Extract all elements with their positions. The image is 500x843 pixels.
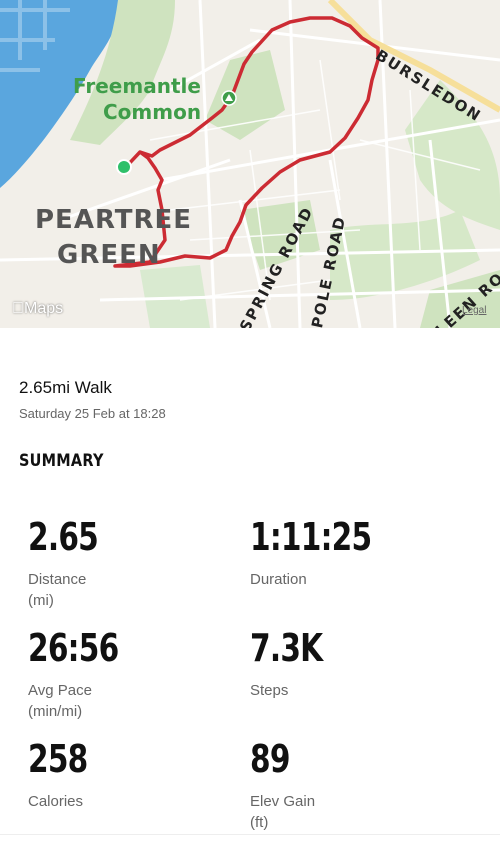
map-canvas: [0, 0, 500, 328]
summary-heading: SUMMARY: [19, 451, 104, 471]
stat-label: Distance (mi): [28, 571, 87, 609]
legal-link[interactable]: Legal: [462, 305, 486, 316]
stat-label: Duration: [250, 571, 307, 588]
stat-value: 7.3K: [250, 626, 323, 670]
stat-distance: 2.65 Distance (mi): [28, 517, 118, 611]
stat-label: Elev Gain (ft): [250, 793, 316, 831]
stat-value: 258: [28, 737, 88, 781]
activity-datetime: Saturday 25 Feb at 18:28: [19, 406, 166, 421]
stat-value: 2.65: [28, 515, 99, 559]
place-label: GREEN: [57, 240, 161, 270]
stat-value: 1:11:25: [250, 515, 372, 559]
stat-elev-gain: 89 Elev Gain (ft): [250, 739, 315, 833]
activity-header: 2.65mi Walk Saturday 25 Feb at 18:28: [19, 378, 166, 421]
stat-calories: 258 Calories: [28, 739, 104, 812]
maps-attribution: Maps: [12, 300, 63, 317]
stat-avg-pace: 26:56 Avg Pace (min/mi): [28, 628, 144, 722]
park-label: Common: [103, 100, 202, 124]
stat-duration: 1:11:25 Duration: [250, 517, 406, 590]
main-road: [327, 0, 500, 113]
route-map[interactable]: PEARTREE GREEN Freemantle Common BURSLED…: [0, 0, 500, 328]
divider: [0, 834, 500, 835]
stat-value: 26:56: [28, 626, 119, 670]
stat-label: Avg Pace (min/mi): [28, 682, 92, 720]
apple-logo-icon: : [12, 300, 24, 317]
start-marker: [116, 159, 132, 175]
stat-label: Steps: [250, 682, 289, 699]
place-label: PEARTREE: [35, 205, 193, 235]
stat-value: 89: [250, 737, 290, 781]
stat-label: Calories: [28, 793, 84, 810]
activity-title: 2.65mi Walk: [19, 378, 112, 397]
park-label: Freemantle: [73, 74, 201, 98]
stat-steps: 7.3K Steps: [250, 628, 343, 701]
